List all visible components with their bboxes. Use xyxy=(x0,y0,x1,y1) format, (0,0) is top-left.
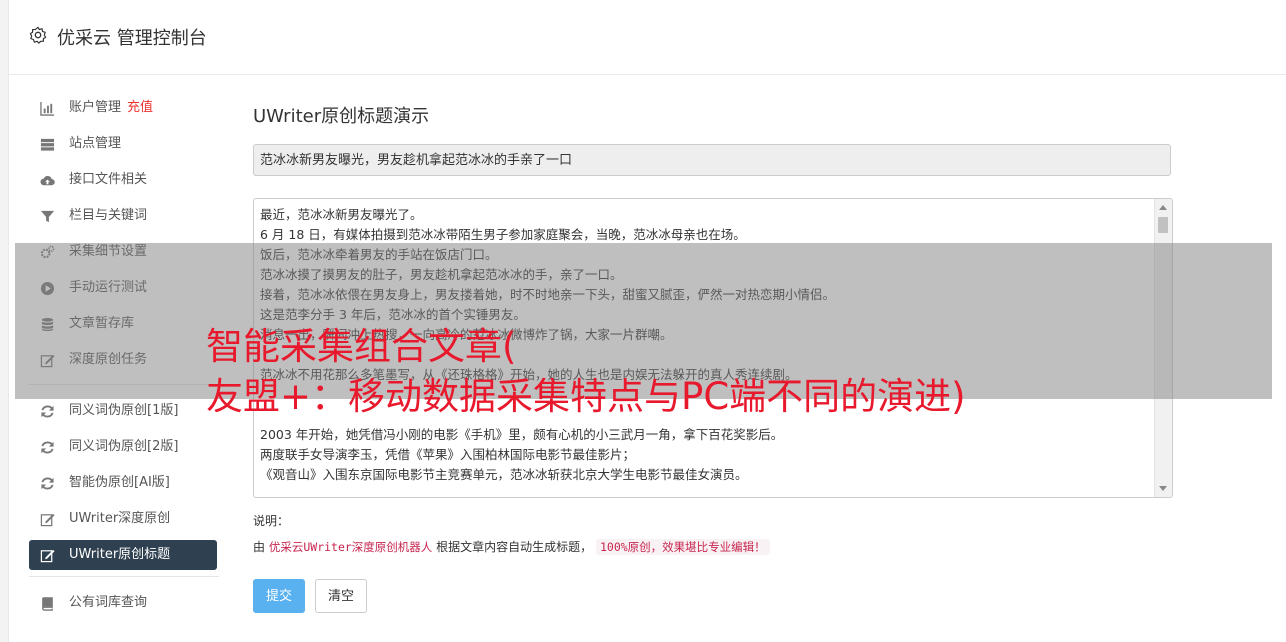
sidebar-divider xyxy=(29,576,219,577)
scroll-thumb[interactable] xyxy=(1158,217,1168,233)
content-line: 《观音山》入围东京国际电影节主竞赛单元，范冰冰斩获北京大学生电影节最佳女演员。 xyxy=(260,467,748,482)
filter-icon xyxy=(40,209,55,224)
sidebar-item-label: 同义词伪原创[2版] xyxy=(69,439,179,454)
content-line: 2003 年开始，她凭借冯小刚的电影《手机》里，颇有心机的小三武月一角，拿下百花… xyxy=(260,427,784,442)
note-label: 说明： xyxy=(253,514,290,528)
refresh-icon xyxy=(40,440,55,455)
edit-icon xyxy=(40,548,55,563)
content-line: 6 月 18 日，有媒体拍摄到范冰冰带陌生男子参加家庭聚会，当晚，范冰冰母亲也在… xyxy=(260,227,746,242)
note-prefix: 由 xyxy=(253,540,266,554)
submit-button[interactable]: 提交 xyxy=(253,579,306,613)
sidebar-item-interface-files[interactable]: 接口文件相关 xyxy=(29,162,219,198)
scroll-up-icon[interactable] xyxy=(1159,205,1167,210)
watermark-line-1: 智能采集组合文章( xyxy=(206,325,517,368)
sidebar-item-label: 栏目与关键词 xyxy=(69,208,148,223)
book-icon xyxy=(40,596,55,611)
sidebar-item-sites[interactable]: 站点管理 xyxy=(29,126,219,162)
app-title: 优采云 管理控制台 xyxy=(57,28,207,49)
sidebar-item-uwriter-deep[interactable]: UWriter深度原创 xyxy=(29,501,219,537)
clear-button[interactable]: 清空 xyxy=(315,579,368,613)
watermark-text: 智能采集组合文章( 友盟+：移动数据采集特点与PC端不同的演进) xyxy=(206,322,966,422)
gear-icon xyxy=(29,26,47,44)
recharge-link[interactable]: 充值 xyxy=(127,100,153,115)
action-buttons: 提交 清空 xyxy=(253,579,1173,613)
generated-title-field[interactable]: 范冰冰新男友曝光，男友趁机拿起范冰冰的手亲了一口 xyxy=(253,144,1171,176)
content-line: 最近，范冰冰新男友曝光了。 xyxy=(260,207,423,222)
sidebar-item-ai-rewrite[interactable]: 智能伪原创[AI版] xyxy=(29,465,219,501)
uwriter-robot-link[interactable]: 优采云UWriter深度原创机器人 xyxy=(269,540,432,554)
refresh-icon xyxy=(40,476,55,491)
sidebar-item-columns-keywords[interactable]: 栏目与关键词 xyxy=(29,198,219,234)
sidebar-item-label: UWriter深度原创 xyxy=(69,511,171,526)
sidebar-item-label: 接口文件相关 xyxy=(69,172,148,187)
note-text: 由 优采云UWriter深度原创机器人 根据文章内容自动生成标题， 100%原创… xyxy=(253,537,1173,557)
sidebar-item-label: 公有词库查询 xyxy=(69,595,148,610)
watermark-line-2: 友盟+：移动数据采集特点与PC端不同的演进) xyxy=(206,375,966,418)
sidebar-item-label: UWriter原创标题 xyxy=(69,547,171,562)
scroll-down-icon[interactable] xyxy=(1159,486,1167,491)
sidebar-item-account[interactable]: 账户管理 充值 xyxy=(29,90,219,126)
note-highlight: 100%原创，效果堪比专业编辑！ xyxy=(595,539,770,555)
bar-chart-icon xyxy=(40,101,55,116)
note-middle: 根据文章内容自动生成标题， xyxy=(436,540,593,554)
sidebar-item-public-lexicon[interactable]: 公有词库查询 xyxy=(29,585,219,621)
sidebar-item-label: 账户管理 xyxy=(69,100,122,115)
sidebar-item-synonym-v2[interactable]: 同义词伪原创[2版] xyxy=(29,429,219,465)
sidebar-item-label: 智能伪原创[AI版] xyxy=(69,475,170,490)
header-bar: 优采云 管理控制台 xyxy=(9,0,1286,75)
sidebar-item-label: 站点管理 xyxy=(69,136,122,151)
sidebar-item-label: 同义词伪原创[1版] xyxy=(69,403,179,418)
edit-icon xyxy=(40,512,55,527)
server-icon xyxy=(40,137,55,152)
content-line: 两度联手女导演李玉，凭借《苹果》入围柏林国际电影节最佳影片； xyxy=(260,447,636,462)
sidebar-item-uwriter-title[interactable]: UWriter原创标题 xyxy=(29,540,217,570)
page-title: UWriter原创标题演示 xyxy=(253,106,430,127)
cloud-upload-icon xyxy=(40,173,55,188)
refresh-icon xyxy=(40,404,55,419)
